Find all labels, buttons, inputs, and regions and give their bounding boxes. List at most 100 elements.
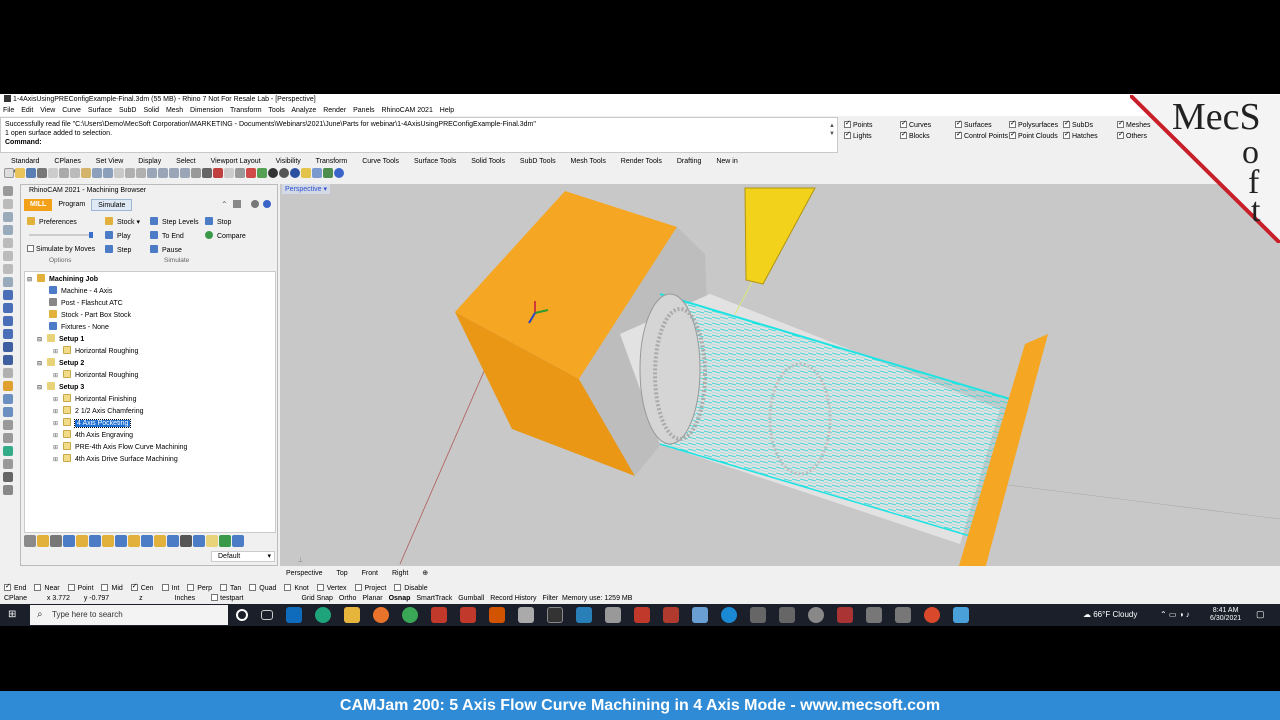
circle-icon[interactable]	[3, 238, 13, 248]
tree-operation[interactable]: ⊞ Horizontal Roughing	[53, 370, 138, 381]
checkbox-icon[interactable]	[34, 584, 42, 591]
color-icon[interactable]	[246, 168, 256, 178]
tree-operation[interactable]: ⊞ Horizontal Finishing	[53, 394, 136, 405]
menu-render[interactable]: Render	[323, 107, 346, 114]
operation-icon[interactable]	[89, 535, 101, 547]
machine-setup-icon[interactable]	[24, 535, 36, 547]
file-explorer-icon[interactable]	[344, 607, 360, 623]
mesh-icon[interactable]	[3, 368, 13, 378]
osnap-cen[interactable]: Cen	[130, 582, 157, 592]
app-icon[interactable]	[605, 607, 621, 623]
tree-operation[interactable]: ⊞ PRE-4th Axis Flow Curve Machining	[53, 442, 187, 453]
sim-speed-slider[interactable]	[29, 232, 99, 240]
osnap-mid[interactable]: Mid	[101, 584, 125, 592]
checkbox-icon[interactable]	[220, 584, 228, 591]
collapse-icon[interactable]: ⌃	[221, 200, 228, 209]
expand-icon[interactable]: ⊞	[53, 347, 60, 358]
checkbox-icon[interactable]	[4, 582, 11, 592]
import-icon[interactable]	[48, 168, 58, 178]
tab-transform[interactable]: Transform	[316, 158, 348, 165]
command-prompt[interactable]: Command:	[5, 138, 833, 147]
menu-edit[interactable]: Edit	[21, 107, 33, 114]
to-end-button[interactable]: To End	[150, 231, 184, 240]
simulate-by-moves-toggle[interactable]: Simulate by Moves	[27, 245, 95, 253]
operation-icon[interactable]	[167, 535, 179, 547]
status-planar[interactable]: Planar	[362, 595, 382, 602]
checkbox-icon[interactable]	[27, 245, 34, 252]
filter-blocks[interactable]: Blocks	[900, 130, 930, 140]
operation-icon[interactable]	[76, 535, 88, 547]
rhino-active-icon[interactable]	[547, 607, 563, 623]
expand-icon[interactable]: ⊞	[53, 431, 60, 442]
app-icon[interactable]	[837, 607, 853, 623]
firefox-icon[interactable]	[373, 607, 389, 623]
checkbox-icon[interactable]	[1117, 130, 1124, 139]
operation-icon[interactable]	[115, 535, 127, 547]
menu-analyze[interactable]: Analyze	[291, 107, 316, 114]
move-icon[interactable]	[3, 446, 13, 456]
zoom-selected-icon[interactable]	[180, 168, 190, 178]
menu-view[interactable]: View	[40, 107, 55, 114]
taskbar-search[interactable]: ⌕ Type here to search	[30, 605, 228, 625]
checkbox-icon[interactable]	[394, 584, 402, 591]
osnap-disable[interactable]: Disable	[394, 584, 430, 592]
status-record-history[interactable]: Record History	[490, 595, 536, 602]
collapse-icon[interactable]: ⊟	[37, 335, 44, 346]
tab-cplanes[interactable]: CPlanes	[54, 158, 80, 165]
tool-library-icon[interactable]	[50, 535, 62, 547]
checkbox-icon[interactable]	[249, 584, 257, 591]
open-file-icon[interactable]	[15, 168, 25, 178]
tree-setup-1[interactable]: ⊟ Setup 1	[37, 334, 84, 345]
app-icon[interactable]	[953, 607, 969, 623]
osnap-quad[interactable]: Quad	[249, 584, 279, 592]
menu-transform[interactable]: Transform	[230, 107, 262, 114]
menu-dimension[interactable]: Dimension	[190, 107, 223, 114]
tree-setup-3[interactable]: ⊟ Setup 3	[37, 382, 84, 393]
cut-icon[interactable]	[59, 168, 69, 178]
stock-setup-icon[interactable]	[37, 535, 49, 547]
filter-lights[interactable]: Lights	[844, 130, 872, 140]
app-icon[interactable]	[895, 607, 911, 623]
osnap-int[interactable]: Int	[161, 584, 183, 592]
operation-icon[interactable]	[141, 535, 153, 547]
tab-standard[interactable]: Standard	[11, 158, 39, 165]
status-cplane[interactable]: CPlane	[4, 595, 27, 602]
menu-help[interactable]: Help	[440, 107, 454, 114]
app-icon[interactable]	[431, 607, 447, 623]
tab-select[interactable]: Select	[176, 158, 195, 165]
zoom-icon[interactable]	[147, 168, 157, 178]
tree-operation-selected[interactable]: ⊞ 4 Axis Pocketing	[53, 418, 132, 429]
rendered-icon[interactable]	[279, 168, 289, 178]
simulate-icon[interactable]	[193, 535, 205, 547]
extrude-icon[interactable]	[3, 303, 13, 313]
ghosted-icon[interactable]	[290, 168, 300, 178]
menu-tools[interactable]: Tools	[268, 107, 284, 114]
tree-fixtures[interactable]: Fixtures - None	[49, 322, 109, 333]
app-icon[interactable]	[866, 607, 882, 623]
new-file-icon[interactable]	[4, 168, 14, 178]
tree-machining-job[interactable]: ⊟ Machining Job	[27, 274, 98, 285]
expand-icon[interactable]: ⊞	[53, 407, 60, 418]
stock-button[interactable]: Stock ▾	[105, 217, 140, 226]
status-smarttrack[interactable]: SmartTrack	[416, 595, 452, 602]
preferences-button[interactable]: Preferences	[27, 217, 77, 226]
app-icon[interactable]	[808, 607, 824, 623]
cylinder-icon[interactable]	[3, 355, 13, 365]
checkbox-icon[interactable]	[1063, 119, 1070, 128]
surface-icon[interactable]	[3, 290, 13, 300]
tab-display[interactable]: Display	[138, 158, 161, 165]
filter-control-points[interactable]: Control Points	[955, 130, 1008, 140]
arc-icon[interactable]	[3, 251, 13, 261]
chrome-icon[interactable]	[402, 607, 418, 623]
tab-drafting[interactable]: Drafting	[677, 158, 702, 165]
filter-point-clouds[interactable]: Point Clouds	[1009, 130, 1058, 140]
undo-view-icon[interactable]	[191, 168, 201, 178]
pan-icon[interactable]	[125, 168, 135, 178]
checkbox-icon[interactable]	[161, 584, 169, 591]
settings-icon[interactable]	[251, 200, 259, 208]
knowledge-base-icon[interactable]	[232, 535, 244, 547]
undo-icon[interactable]	[92, 168, 102, 178]
layers-icon[interactable]	[213, 168, 223, 178]
properties-icon[interactable]	[224, 168, 234, 178]
checkbox-icon[interactable]	[900, 130, 907, 139]
